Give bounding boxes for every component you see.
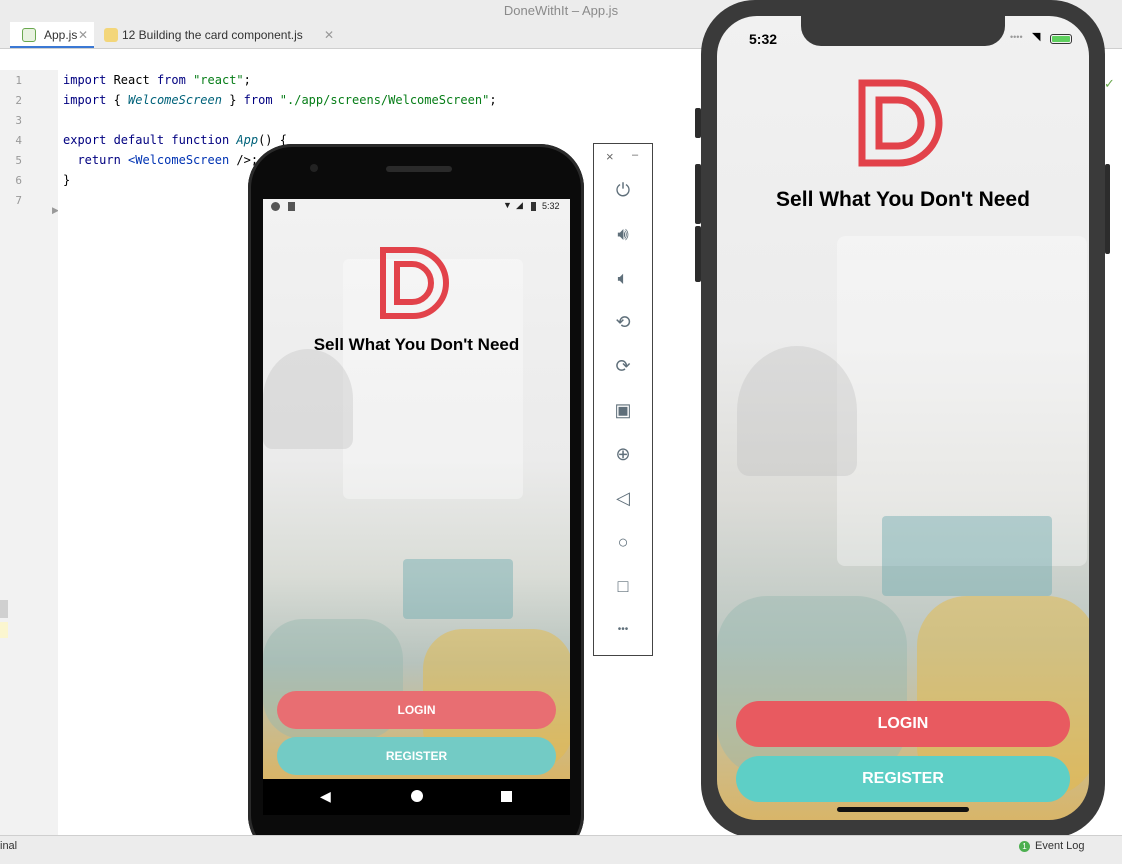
sd-card-icon	[288, 202, 295, 211]
terminal-tab-label[interactable]: inal	[0, 840, 17, 852]
gutter-selection-marker	[0, 622, 8, 638]
side-button	[1105, 164, 1110, 254]
emulator-toolbar: × – ⏻ 🔊︎ 🔈︎ ⟲ ⟳ ▣ ⊕ ◁ ○ □ •••	[593, 143, 653, 656]
power-icon[interactable]: ⏻	[610, 177, 636, 203]
event-log-button[interactable]: Event Log	[1035, 840, 1085, 852]
register-button[interactable]: REGISTER	[736, 756, 1070, 802]
close-tab-icon[interactable]: ✕	[324, 22, 334, 48]
tab-card-component[interactable]: 12 Building the card component.js ✕	[96, 22, 336, 48]
code-line: }	[63, 173, 71, 187]
home-icon[interactable]: ○	[610, 529, 636, 555]
volume-down-icon[interactable]: 🔈︎	[610, 265, 636, 291]
android-clock: 5:32	[542, 201, 560, 211]
side-button	[695, 108, 701, 138]
signal-icon: ◢	[516, 200, 523, 210]
app-logo	[380, 247, 449, 319]
inspection-ok-icon[interactable]: ✓	[1104, 76, 1115, 92]
iphone-notch	[801, 16, 1005, 46]
zoom-icon[interactable]: ⊕	[610, 441, 636, 467]
minimize-icon[interactable]: –	[632, 149, 638, 161]
battery-icon	[531, 202, 536, 211]
tab-label: 12 Building the card component.js	[122, 28, 303, 42]
battery-level	[1052, 36, 1070, 42]
side-button	[695, 164, 701, 224]
camera-icon[interactable]: ▣	[610, 397, 636, 423]
signal-icon: ••••	[1010, 32, 1023, 42]
js-file-icon	[104, 28, 118, 42]
more-icon[interactable]: •••	[610, 617, 636, 643]
home-nav-icon[interactable]	[411, 790, 423, 802]
tab-label: App.js	[44, 28, 78, 42]
line-number: 5	[15, 154, 22, 167]
register-button[interactable]: REGISTER	[277, 737, 556, 775]
line-number: 7	[15, 194, 22, 207]
window-title: DoneWithIt – App.js	[503, 3, 619, 18]
android-camera	[310, 164, 318, 172]
android-status-bar: ▼ ◢ 5:32	[263, 199, 570, 215]
back-icon[interactable]: ◁	[610, 485, 636, 511]
line-number: 1	[15, 74, 22, 87]
app-notification-icon	[271, 202, 280, 211]
line-number: 4	[15, 134, 22, 147]
line-number: 3	[15, 114, 22, 127]
home-indicator	[837, 807, 969, 812]
rotate-left-icon[interactable]: ⟲	[610, 309, 636, 335]
tagline: Sell What You Don't Need	[313, 335, 520, 354]
code-line: export default function App() {	[63, 133, 287, 147]
ide-status-bar: inal 1 Event Log	[0, 835, 1122, 864]
background-lamp-shape	[263, 349, 353, 449]
event-log-badge: 1	[1019, 841, 1030, 852]
volume-up-icon[interactable]: 🔊︎	[610, 221, 636, 247]
rotate-right-icon[interactable]: ⟳	[610, 353, 636, 379]
background-pillow-shape	[717, 596, 907, 776]
background-box-shape	[403, 559, 513, 619]
wifi-icon: ▼	[503, 200, 512, 210]
login-button[interactable]: LOGIN	[736, 701, 1070, 747]
android-navigation-bar: ◀	[263, 779, 570, 815]
ios-clock: 5:32	[749, 31, 778, 47]
line-number: 6	[15, 174, 22, 187]
back-nav-icon[interactable]: ◀	[320, 788, 331, 805]
tagline: Sell What You Don't Need	[776, 188, 1030, 211]
code-line: import { WelcomeScreen } from "./app/scr…	[63, 93, 497, 107]
close-tab-icon[interactable]: ✕	[78, 22, 88, 48]
code-line: return <WelcomeScreen />;	[63, 153, 259, 167]
overview-icon[interactable]: □	[610, 573, 636, 599]
background-box-shape	[882, 516, 1052, 596]
android-screen[interactable]: ▼ ◢ 5:32 Sell What You Don't Need LOGIN …	[263, 199, 570, 779]
nodejs-file-icon	[22, 28, 36, 42]
code-line: import React from "react";	[63, 73, 251, 87]
editor-gutter: 1 2 3 4 5 6 7 ▶	[0, 70, 59, 835]
iphone-screen[interactable]: 5:32 •••• ◥ Sell What You Don't Need LOG…	[717, 16, 1089, 820]
close-icon[interactable]: ×	[606, 149, 614, 164]
recents-nav-icon[interactable]	[501, 791, 512, 802]
battery-icon	[1050, 34, 1072, 44]
login-button[interactable]: LOGIN	[277, 691, 556, 729]
tab-app-js[interactable]: App.js ✕	[10, 22, 94, 48]
app-logo	[858, 79, 943, 167]
gutter-selection-marker	[0, 600, 8, 618]
android-speaker	[386, 166, 452, 172]
background-lamp-shape	[737, 346, 857, 476]
line-number: 2	[15, 94, 22, 107]
side-button	[695, 226, 701, 282]
wifi-icon: ◥	[1032, 31, 1041, 43]
